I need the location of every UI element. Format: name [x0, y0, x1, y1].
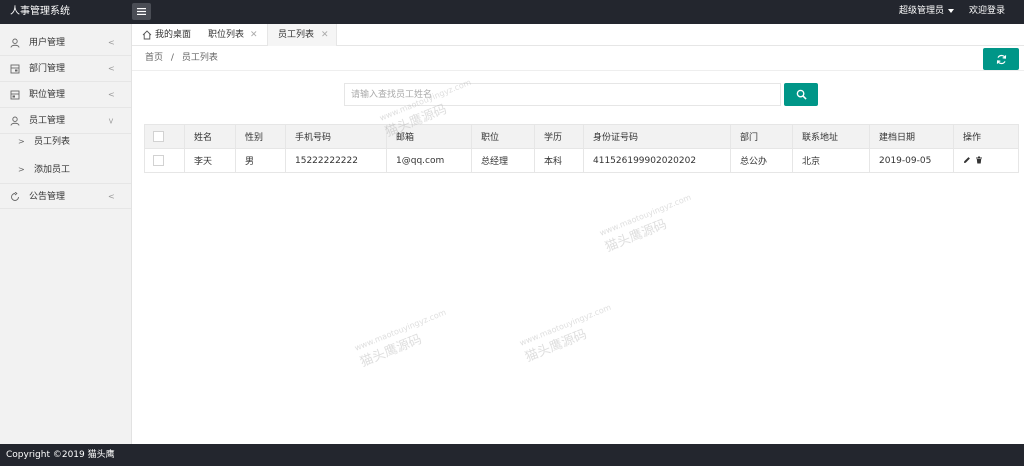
- table-header: 学历: [534, 124, 584, 149]
- department-icon: [10, 64, 20, 74]
- table-header: 身份证号码: [583, 124, 731, 149]
- delete-icon[interactable]: [975, 156, 983, 164]
- sidebar-subitem-label: 添加员工: [34, 165, 71, 175]
- sidebar-item-label: 公告管理: [29, 192, 66, 202]
- tab-employee-list[interactable]: 员工列表 ✕: [267, 24, 337, 46]
- chevron-right-icon: >: [18, 137, 25, 146]
- table-header: 部门: [730, 124, 793, 149]
- watermark: www.maotouyingyz.com 猫头鹰源码: [518, 303, 619, 366]
- row-checkbox-cell: [144, 148, 185, 173]
- edit-icon[interactable]: [963, 156, 971, 164]
- breadcrumb-separator: /: [170, 53, 174, 63]
- menu-toggle-button[interactable]: [132, 3, 151, 20]
- chevron-left-icon: <: [108, 38, 115, 47]
- caret-down-icon[interactable]: [948, 9, 954, 13]
- table-header: 手机号码: [285, 124, 387, 149]
- user-icon: [10, 38, 20, 48]
- cell-phone: 15222222222: [285, 148, 387, 173]
- footer-copyright: Copyright ©2019 猫头鹰: [6, 450, 115, 460]
- sidebar-subitem-employee-list[interactable]: > 员工列表: [0, 129, 131, 155]
- tab-desktop[interactable]: 我的桌面: [136, 24, 198, 46]
- sidebar: 用户管理 < 部门管理 < 职位管理 < 员工管理 < > 员工列表 > 添加员…: [0, 24, 132, 444]
- watermark-text: 猫头鹰源码: [523, 327, 590, 366]
- cell-gender: 男: [235, 148, 286, 173]
- table-header-row: 姓名 性别 手机号码 邮箱 职位 学历 身份证号码 部门 联系地址 建档日期 操…: [144, 124, 1019, 149]
- position-icon: [10, 90, 20, 100]
- chevron-right-icon: >: [18, 165, 25, 174]
- sidebar-item-departments[interactable]: 部门管理 <: [0, 56, 131, 82]
- row-checkbox[interactable]: [153, 155, 164, 166]
- table-header: 邮箱: [386, 124, 472, 149]
- tab-position-list[interactable]: 职位列表 ✕: [200, 24, 266, 46]
- watermark: www.maotouyingyz.com 猫头鹰源码: [353, 308, 454, 371]
- footer: Copyright ©2019 猫头鹰: [0, 444, 1024, 466]
- chevron-left-icon: <: [108, 192, 115, 201]
- header-checkbox-cell: [144, 124, 185, 149]
- app-title: 人事管理系统: [10, 6, 70, 17]
- table-header: 联系地址: [792, 124, 870, 149]
- cell-id-number: 411526199902020202: [583, 148, 731, 173]
- watermark-url: www.maotouyingyz.com: [518, 302, 613, 348]
- top-header: 人事管理系统 超级管理员 欢迎登录: [0, 0, 1024, 24]
- employee-icon: [10, 116, 20, 126]
- chevron-left-icon: <: [108, 64, 115, 73]
- sidebar-subitem-add-employee[interactable]: > 添加员工: [0, 157, 131, 183]
- refresh-button[interactable]: [983, 48, 1019, 70]
- home-icon: [142, 30, 152, 40]
- table-row: 李天 男 15222222222 1@qq.com 总经理 本科 4115261…: [144, 148, 1019, 173]
- chevron-left-icon: <: [108, 90, 115, 99]
- breadcrumb-home[interactable]: 首页: [145, 53, 163, 63]
- tab-label: 员工列表: [278, 30, 315, 40]
- sidebar-item-label: 部门管理: [29, 64, 66, 74]
- search-icon: [796, 89, 807, 100]
- sidebar-item-users[interactable]: 用户管理 <: [0, 30, 131, 56]
- sidebar-item-positions[interactable]: 职位管理 <: [0, 82, 131, 108]
- breadcrumb: 首页 / 员工列表: [145, 47, 218, 69]
- cell-actions: [953, 148, 1019, 173]
- search-button[interactable]: [784, 83, 818, 106]
- table-header: 性别: [235, 124, 286, 149]
- close-icon[interactable]: ✕: [321, 24, 329, 46]
- cell-email: 1@qq.com: [386, 148, 472, 173]
- table-header: 操作: [953, 124, 1019, 149]
- tab-label: 我的桌面: [155, 30, 192, 40]
- cell-position: 总经理: [471, 148, 535, 173]
- cell-education: 本科: [534, 148, 584, 173]
- breadcrumb-divider: [132, 70, 1024, 71]
- watermark-text: 猫头鹰源码: [603, 217, 670, 256]
- user-menu[interactable]: 超级管理员: [899, 0, 944, 24]
- table-header: 建档日期: [869, 124, 954, 149]
- employee-table: 姓名 性别 手机号码 邮箱 职位 学历 身份证号码 部门 联系地址 建档日期 操…: [144, 124, 1019, 173]
- breadcrumb-current: 员工列表: [181, 53, 218, 63]
- table-header: 姓名: [184, 124, 236, 149]
- watermark-url: www.maotouyingyz.com: [353, 307, 448, 353]
- sidebar-item-label: 用户管理: [29, 38, 66, 48]
- cell-date: 2019-09-05: [869, 148, 954, 173]
- hamburger-icon: [137, 8, 146, 15]
- cell-name: 李天: [184, 148, 236, 173]
- refresh-icon: [996, 54, 1006, 64]
- sidebar-item-announcements[interactable]: 公告管理 <: [0, 183, 131, 209]
- watermark: www.maotouyingyz.com 猫头鹰源码: [598, 193, 699, 256]
- select-all-checkbox[interactable]: [153, 131, 164, 142]
- chevron-down-icon: <: [106, 117, 116, 125]
- refresh-icon: [11, 192, 19, 201]
- tab-label: 职位列表: [208, 30, 245, 40]
- close-icon[interactable]: ✕: [250, 24, 258, 46]
- welcome-link[interactable]: 欢迎登录: [969, 0, 1005, 24]
- cell-address: 北京: [792, 148, 870, 173]
- sidebar-subitem-label: 员工列表: [34, 137, 71, 147]
- tab-bar: 我的桌面 职位列表 ✕ 员工列表 ✕: [132, 24, 1024, 46]
- search-input[interactable]: [344, 83, 781, 106]
- watermark-text: 猫头鹰源码: [358, 332, 425, 371]
- sidebar-item-label: 职位管理: [29, 90, 66, 100]
- cell-department: 总公办: [730, 148, 793, 173]
- table-header: 职位: [471, 124, 535, 149]
- watermark-url: www.maotouyingyz.com: [598, 192, 693, 238]
